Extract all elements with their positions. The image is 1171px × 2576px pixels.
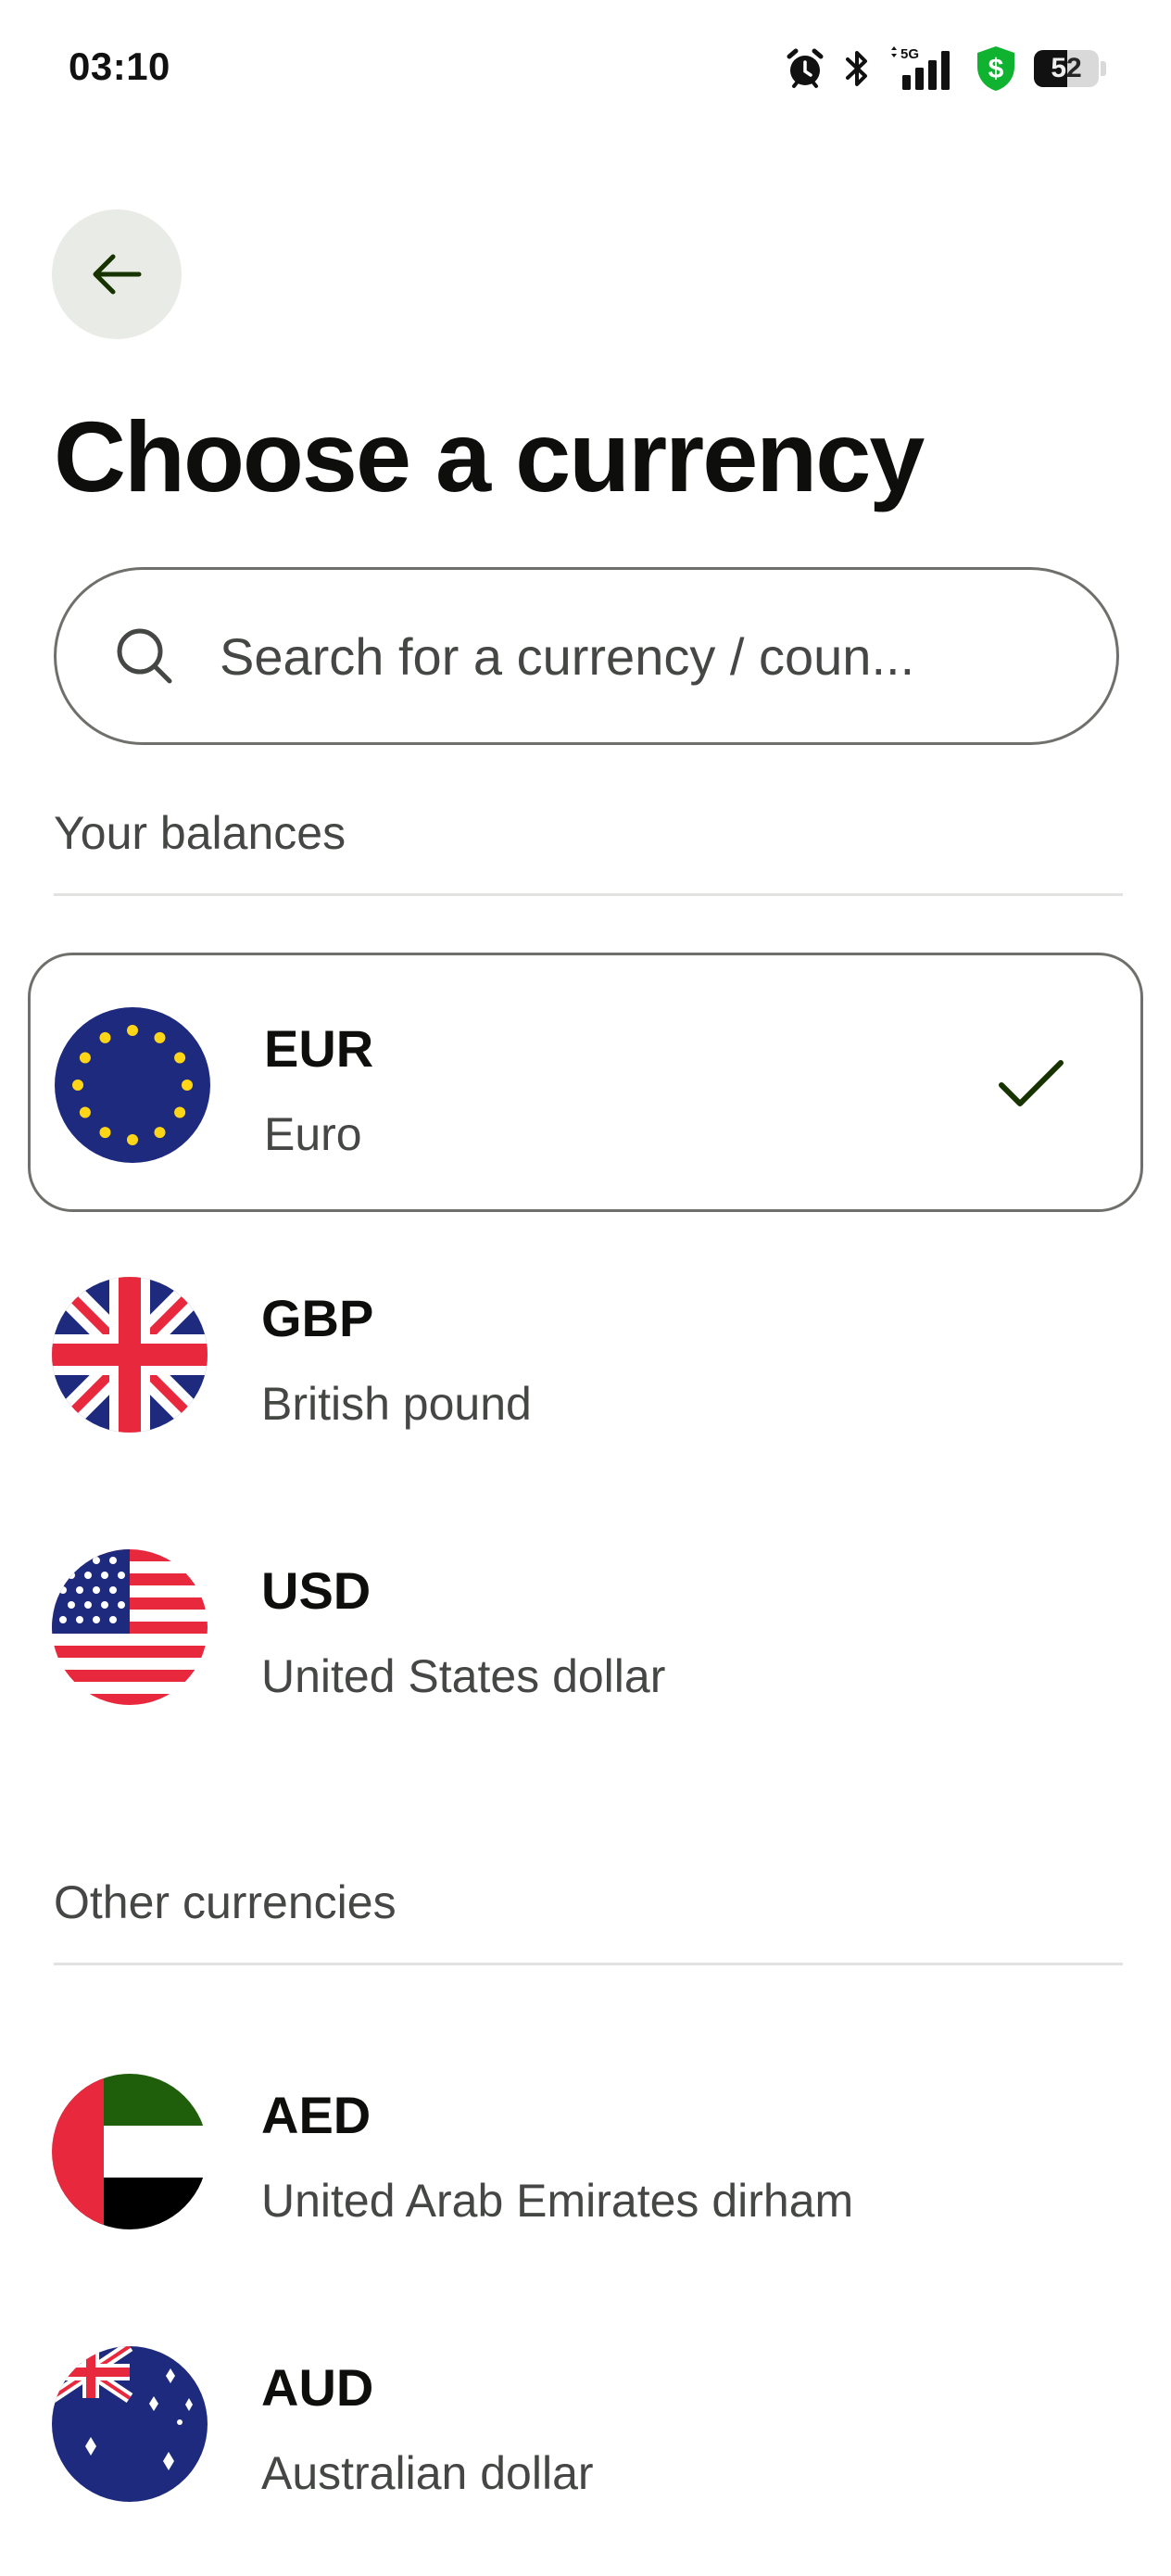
currency-row-aud[interactable]: AUD Australian dollar	[28, 2294, 1143, 2554]
currency-row-gbp[interactable]: GBP British pound	[28, 1225, 1143, 1484]
5g-signal-icon: 5G	[891, 46, 950, 90]
us-flag-icon	[52, 1549, 208, 1705]
back-button[interactable]	[52, 209, 182, 339]
currency-row-aed[interactable]: AED United Arab Emirates dirham	[28, 2022, 1143, 2281]
status-icons: 5G $ 52	[784, 43, 1106, 95]
currency-name: United Arab Emirates dirham	[261, 2175, 854, 2227]
status-bar: 03:10 5G $ 52	[0, 0, 1171, 139]
battery-level: 52	[1051, 53, 1082, 83]
section-label-other: Other currencies	[54, 1876, 397, 1928]
currency-name: United States dollar	[261, 1650, 666, 1702]
page-title: Choose a currency	[54, 400, 925, 512]
currency-name: Euro	[264, 1108, 362, 1160]
currency-code: GBP	[261, 1289, 374, 1347]
currency-name: Australian dollar	[261, 2447, 594, 2499]
divider	[54, 893, 1123, 896]
currency-code: EUR	[264, 1019, 374, 1078]
currency-row-usd[interactable]: USD United States dollar	[28, 1497, 1143, 1757]
au-flag-icon	[52, 2346, 208, 2502]
search-icon	[117, 628, 172, 684]
status-time: 03:10	[69, 44, 170, 88]
uae-flag-icon	[52, 2074, 208, 2229]
currency-code: AUD	[261, 2358, 374, 2417]
search-input[interactable]	[220, 625, 1053, 687]
shield-symbol: $	[988, 54, 1004, 84]
arrow-left-icon	[93, 254, 142, 295]
currency-row-eur[interactable]: EUR Euro	[28, 953, 1143, 1212]
alarm-icon	[787, 48, 824, 88]
section-label-balances: Your balances	[54, 807, 346, 859]
check-icon	[999, 1060, 1064, 1106]
network-label: 5G	[900, 46, 919, 62]
bluetooth-icon	[846, 51, 867, 86]
currency-name: British pound	[261, 1378, 532, 1430]
search-box[interactable]	[54, 567, 1119, 745]
shield-dollar-icon: $	[977, 46, 1014, 91]
divider	[54, 1963, 1123, 1965]
uk-flag-icon	[52, 1277, 208, 1433]
currency-code: USD	[261, 1561, 371, 1620]
currency-code: AED	[261, 2086, 371, 2144]
battery-icon: 52	[1034, 50, 1106, 87]
eu-flag-icon	[55, 1007, 210, 1163]
